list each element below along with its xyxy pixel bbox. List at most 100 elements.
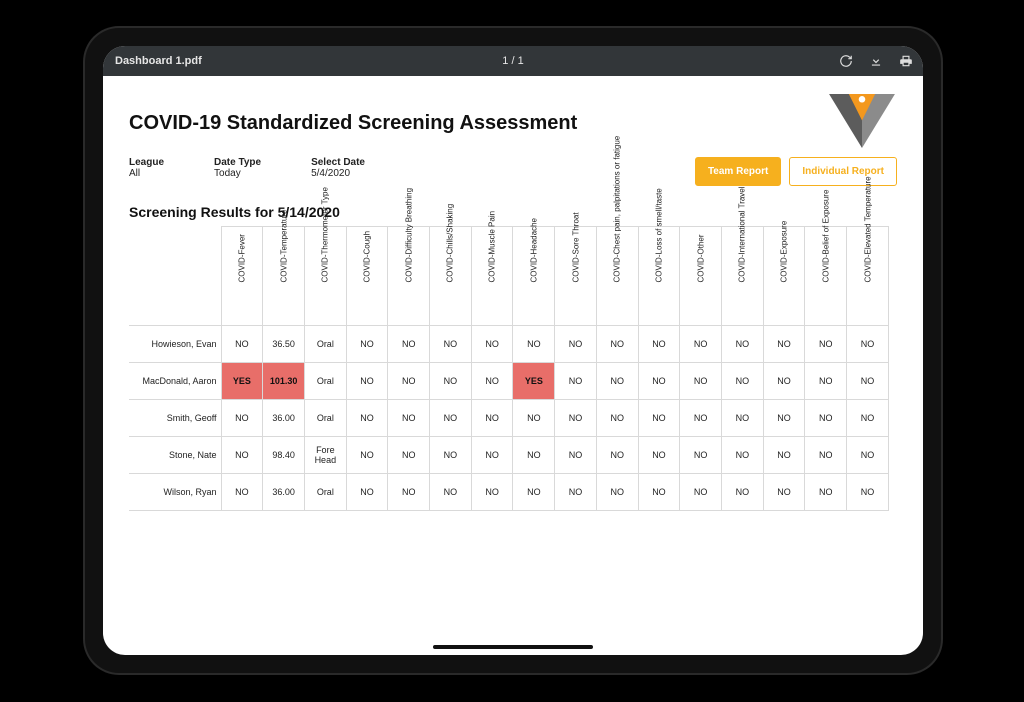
rotate-icon[interactable] [839,54,853,68]
table-cell: NO [763,474,805,511]
table-cell: NO [805,363,847,400]
table-cell: NO [346,400,388,437]
column-header: COVID-Temperature [263,227,305,326]
table-cell: NO [847,437,889,474]
table-cell: NO [346,437,388,474]
table-cell: NO [221,437,263,474]
table-cell: Oral [304,474,346,511]
table-cell: NO [680,363,722,400]
table-cell: NO [847,474,889,511]
table-cell: NO [722,326,764,363]
row-name: Smith, Geoff [130,400,222,437]
column-header: COVID-Loss of smell/taste [638,227,680,326]
table-cell: NO [722,400,764,437]
column-header: COVID-Exposure [763,227,805,326]
table-cell: NO [555,326,597,363]
table-cell: NO [847,363,889,400]
table-cell: NO [680,474,722,511]
table-cell: NO [805,437,847,474]
download-icon[interactable] [869,54,883,68]
filters-row: League All Date Type Today Select Date 5… [129,157,897,186]
column-header: COVID-International Travel [722,227,764,326]
table-cell: NO [680,437,722,474]
table-cell: NO [596,437,638,474]
table-cell: NO [722,437,764,474]
document-page: COVID-19 Standardized Screening Assessme… [103,76,923,655]
filter-league: League All [129,157,164,179]
table-cell: NO [346,474,388,511]
table-row: Stone, NateNO98.40Fore HeadNONONONONONON… [130,437,889,474]
row-name: Howieson, Evan [130,326,222,363]
table-cell: NO [596,400,638,437]
table-cell: NO [805,474,847,511]
table-cell: NO [555,437,597,474]
column-header: COVID-Muscle Pain [471,227,513,326]
table-cell: NO [513,437,555,474]
table-cell: 36.00 [263,474,305,511]
home-indicator[interactable] [433,645,593,649]
table-row: Smith, GeoffNO36.00OralNONONONONONONONON… [130,400,889,437]
column-header: COVID-Fever [221,227,263,326]
table-cell: NO [680,400,722,437]
table-cell: 101.30 [263,363,305,400]
table-cell: NO [513,400,555,437]
table-cell: YES [513,363,555,400]
table-cell: YES [221,363,263,400]
table-cell: NO [513,326,555,363]
section-title: Screening Results for 5/14/2020 [129,204,897,220]
table-cell: NO [471,363,513,400]
column-header: COVID-Elevated Temperature [847,227,889,326]
table-cell: NO [805,400,847,437]
column-header: COVID-Headache [513,227,555,326]
table-cell: NO [346,363,388,400]
table-cell: NO [471,326,513,363]
table-cell: NO [680,326,722,363]
print-icon[interactable] [899,54,913,68]
table-cell: NO [221,326,263,363]
table-cell: NO [638,437,680,474]
column-header-name [130,227,222,326]
table-cell: NO [763,363,805,400]
table-cell: NO [430,326,472,363]
table-cell: 36.50 [263,326,305,363]
team-report-button[interactable]: Team Report [695,157,781,186]
table-cell: NO [221,474,263,511]
table-cell: NO [388,437,430,474]
individual-report-button[interactable]: Individual Report [789,157,897,186]
table-cell: NO [763,326,805,363]
column-header: COVID-Chest pain, palpitations or fatigu… [596,227,638,326]
table-cell: NO [638,400,680,437]
table-cell: NO [763,437,805,474]
table-cell: NO [388,363,430,400]
pdf-toolbar: Dashboard 1.pdf 1 / 1 [103,46,923,76]
table-cell: NO [471,400,513,437]
table-row: MacDonald, AaronYES101.30OralNONONONOYES… [130,363,889,400]
table-cell: NO [430,474,472,511]
table-row: Wilson, RyanNO36.00OralNONONONONONONONON… [130,474,889,511]
brand-logo [829,94,895,153]
table-cell: NO [388,474,430,511]
column-header: COVID-Other [680,227,722,326]
table-cell: NO [513,474,555,511]
table-cell: NO [388,400,430,437]
table-row: Howieson, EvanNO36.50OralNONONONONONONON… [130,326,889,363]
row-name: Stone, Nate [130,437,222,474]
filename-label: Dashboard 1.pdf [103,55,202,67]
table-cell: NO [430,437,472,474]
table-cell: NO [638,363,680,400]
column-header: COVID-Chills/Shaking [430,227,472,326]
column-header: COVID-Thermometer Type [304,227,346,326]
row-name: MacDonald, Aaron [130,363,222,400]
column-header: COVID-Difficulty Breathing [388,227,430,326]
filter-date-type: Date Type Today [214,157,261,179]
column-header: COVID-Belief of Exposure [805,227,847,326]
table-cell: NO [346,326,388,363]
table-cell: NO [805,326,847,363]
table-cell: NO [847,400,889,437]
results-table: COVID-FeverCOVID-TemperatureCOVID-Thermo… [129,226,889,511]
table-cell: Oral [304,400,346,437]
table-cell: NO [555,363,597,400]
table-cell: NO [471,474,513,511]
table-cell: NO [555,400,597,437]
table-cell: NO [430,400,472,437]
